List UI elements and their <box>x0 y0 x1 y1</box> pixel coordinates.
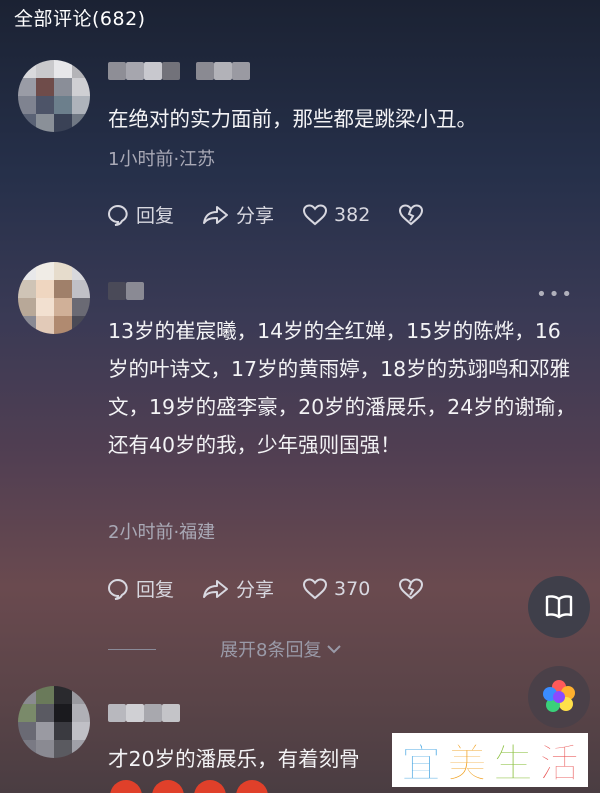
username[interactable] <box>108 62 250 82</box>
username[interactable] <box>108 282 144 302</box>
share-icon <box>203 579 229 598</box>
avatar[interactable] <box>18 60 90 132</box>
comment-text: 在绝对的实力面前，那些都是跳梁小丑。 <box>108 107 477 131</box>
chevron-down-icon <box>327 645 342 654</box>
watermark-char: 生 <box>493 740 534 788</box>
colorful-flower-icon <box>543 680 575 712</box>
comment-text: 13岁的崔宸曦，14岁的全红婵，15岁的陈烨，16岁的叶诗文，17岁的黄雨婷，1… <box>108 319 576 457</box>
share-button[interactable]: 分享 <box>202 575 274 602</box>
avatar[interactable] <box>18 686 90 758</box>
like-button[interactable]: 370 <box>302 577 370 601</box>
heart-icon <box>303 203 328 225</box>
dislike-button[interactable] <box>398 577 430 601</box>
comment-meta: 1小时前·江苏 <box>108 149 216 170</box>
ai-assistant-button[interactable] <box>528 666 590 728</box>
emoji-icon <box>194 780 226 793</box>
share-button[interactable]: 分享 <box>202 201 274 228</box>
avatar[interactable] <box>18 262 90 334</box>
more-options-button[interactable]: ••• <box>536 284 574 305</box>
dislike-button[interactable] <box>398 203 430 227</box>
comments-header: 全部评论(682) <box>14 8 146 30</box>
reply-button[interactable]: 回复 <box>106 575 174 602</box>
divider <box>108 648 156 650</box>
broken-heart-icon <box>399 203 424 225</box>
watermark-char: 美 <box>447 740 488 788</box>
like-button[interactable]: 382 <box>302 203 370 227</box>
reply-icon <box>108 204 128 226</box>
watermark-logo: 宜 美 生 活 <box>392 733 588 788</box>
like-count: 370 <box>334 577 371 600</box>
emoji-row <box>110 780 268 793</box>
share-icon <box>203 205 229 224</box>
heart-icon <box>303 577 328 599</box>
comment-meta: 2小时前·福建 <box>108 522 216 543</box>
emoji-icon <box>110 780 142 793</box>
comment-actions: 回复 分享 382 <box>106 201 458 228</box>
emoji-icon <box>152 780 184 793</box>
like-count: 382 <box>334 203 371 226</box>
reply-icon <box>108 578 128 600</box>
emoji-icon <box>236 780 268 793</box>
broken-heart-icon <box>399 577 424 599</box>
username[interactable] <box>108 704 180 724</box>
comment-actions: 回复 分享 370 <box>106 575 458 602</box>
reply-button[interactable]: 回复 <box>106 201 174 228</box>
read-mode-button[interactable] <box>528 576 590 638</box>
expand-replies-button[interactable]: 展开8条回复 <box>108 636 343 662</box>
watermark-char: 活 <box>539 740 580 788</box>
book-icon <box>545 595 573 619</box>
watermark-char: 宜 <box>401 740 442 788</box>
